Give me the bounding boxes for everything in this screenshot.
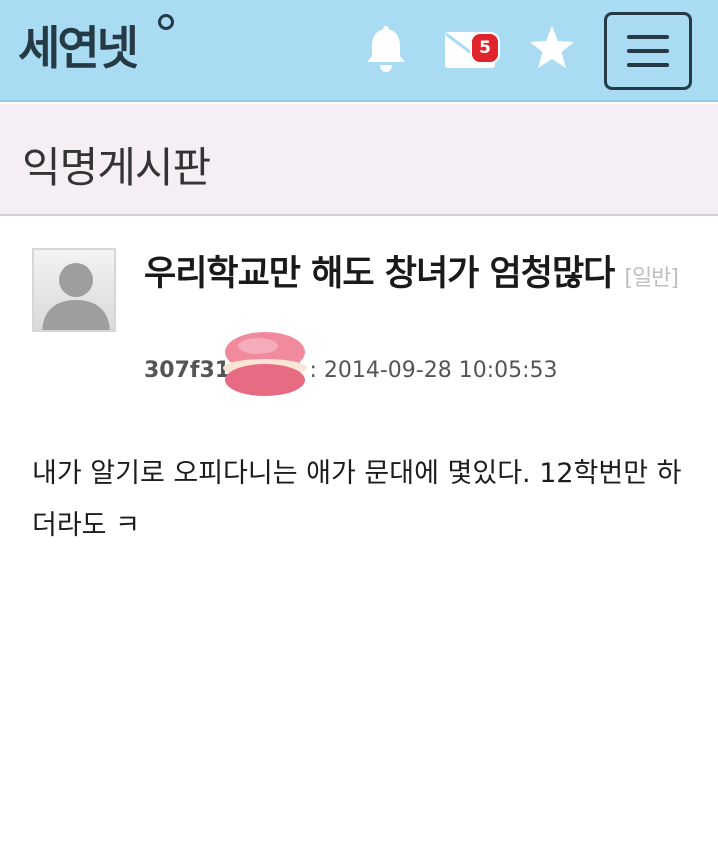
menu-line — [627, 49, 669, 53]
bell-icon[interactable] — [358, 20, 414, 76]
top-navigation-bar: 세연넷 5 — [0, 0, 718, 102]
hamburger-menu-button[interactable] — [604, 12, 692, 90]
default-user-icon — [42, 263, 110, 330]
post-meta: 307f311f 작성 : 2014-09-28 10:05:53 — [144, 352, 558, 384]
star-icon[interactable] — [524, 20, 580, 76]
menu-line — [627, 63, 669, 67]
macaron-sticker-icon — [223, 332, 307, 396]
mail-count-badge: 5 — [472, 34, 498, 62]
site-logo[interactable]: 세연넷 — [18, 18, 139, 78]
logo-dot-decoration — [158, 14, 174, 30]
board-title: 익명게시판 — [22, 143, 211, 192]
post-title: 우리학교만 해도 창녀가 엄청많다 [일반] — [144, 248, 704, 305]
post-body: 내가 알기로 오피다니는 애가 문대에 몇있다. 12학번만 하더라도 ㅋ — [32, 458, 682, 541]
avatar — [32, 248, 116, 332]
hamburger-menu-icon — [627, 35, 669, 39]
board-header: 익명게시판 — [0, 104, 718, 216]
post-title-text: 우리학교만 해도 창녀가 엄청많다 — [144, 254, 615, 294]
post-category[interactable]: [일반] — [624, 266, 679, 291]
